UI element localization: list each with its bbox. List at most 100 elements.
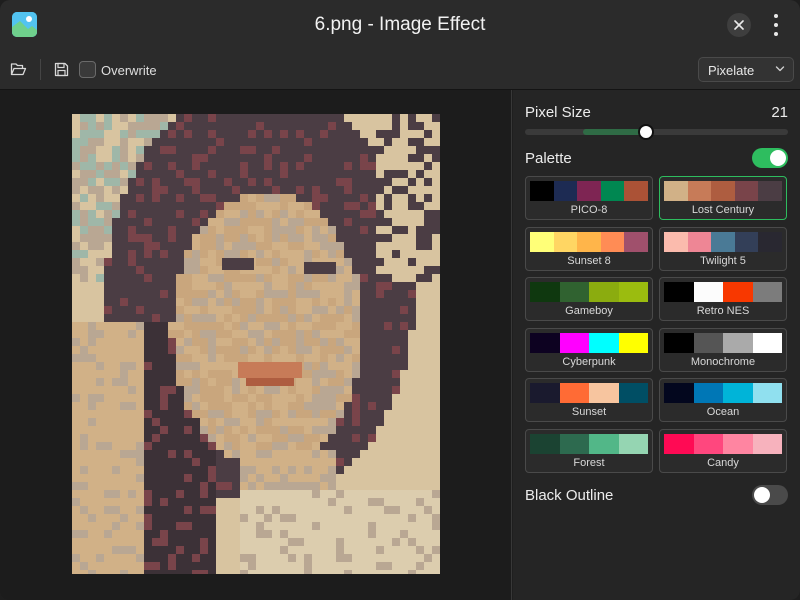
color-swatch xyxy=(723,332,753,353)
color-swatch xyxy=(664,231,688,252)
palette-card-label: Sunset xyxy=(571,406,607,419)
palette-card-label: Cyberpunk xyxy=(562,355,616,368)
color-swatch xyxy=(530,282,560,303)
overwrite-checkbox[interactable] xyxy=(79,61,96,78)
slider-fill xyxy=(583,129,643,135)
color-swatch xyxy=(553,231,578,252)
color-swatch xyxy=(711,231,735,252)
color-swatch xyxy=(600,181,625,201)
color-swatch xyxy=(577,181,601,201)
palette-card-sunset[interactable]: Sunset xyxy=(525,378,653,423)
color-swatch xyxy=(589,282,619,303)
pixel-size-value: 21 xyxy=(771,104,788,121)
palette-card-sunset-8[interactable]: Sunset 8 xyxy=(525,226,653,271)
palette-swatches xyxy=(664,383,782,404)
color-swatch xyxy=(589,434,619,454)
palette-swatches xyxy=(530,434,648,454)
color-swatch xyxy=(530,332,560,353)
palette-card-label: Lost Century xyxy=(691,204,755,216)
color-swatch xyxy=(693,332,723,353)
color-swatch xyxy=(553,181,578,201)
palette-card-label: Monochrome xyxy=(690,355,756,368)
palette-card-monochrome[interactable]: Monochrome xyxy=(659,327,787,372)
close-button[interactable] xyxy=(727,13,751,37)
settings-panel: Pixel Size 21 Palette PICO-8 Lost Century… xyxy=(513,90,800,600)
color-swatch xyxy=(530,181,554,201)
color-swatch xyxy=(577,231,601,252)
color-swatch xyxy=(559,332,589,353)
color-swatch xyxy=(589,383,619,404)
color-swatch xyxy=(589,332,619,353)
palette-swatches xyxy=(664,231,782,252)
preview-area xyxy=(0,90,512,600)
palette-card-forest[interactable]: Forest xyxy=(525,429,653,473)
palette-swatches xyxy=(530,181,648,201)
title-bar: 6.png - Image Effect xyxy=(0,0,800,50)
color-swatch xyxy=(723,434,753,454)
color-swatch xyxy=(530,383,560,404)
palette-label: Palette xyxy=(525,150,572,167)
palette-swatches xyxy=(530,282,648,303)
palette-card-label: Forest xyxy=(573,457,605,469)
color-swatch xyxy=(687,181,712,201)
palette-card-lost-century[interactable]: Lost Century xyxy=(659,176,787,220)
palette-swatches xyxy=(664,282,782,303)
color-swatch xyxy=(693,383,723,404)
folder-open-icon xyxy=(10,63,27,76)
palette-card-label: Gameboy xyxy=(565,305,613,318)
palette-card-gameboy[interactable]: Gameboy xyxy=(525,277,653,322)
color-swatch xyxy=(723,282,753,303)
slider-thumb[interactable] xyxy=(638,124,654,140)
palette-card-cyberpunk[interactable]: Cyberpunk xyxy=(525,327,653,372)
color-swatch xyxy=(664,434,694,454)
save-icon xyxy=(54,62,69,77)
chevron-down-icon xyxy=(775,66,785,72)
black-outline-toggle[interactable] xyxy=(752,485,788,505)
color-swatch xyxy=(600,231,625,252)
color-swatch xyxy=(687,231,712,252)
palette-card-label: Sunset 8 xyxy=(567,254,611,267)
color-swatch xyxy=(664,332,694,353)
color-swatch xyxy=(559,383,589,404)
effect-select-value: Pixelate xyxy=(708,63,755,78)
palette-swatches xyxy=(664,181,782,201)
palette-swatches xyxy=(530,231,648,252)
effect-select[interactable]: Pixelate xyxy=(698,57,794,82)
color-swatch xyxy=(752,434,782,454)
color-swatch xyxy=(664,181,688,201)
palette-card-pico-8[interactable]: PICO-8 xyxy=(525,176,653,220)
toolbar: Overwrite Pixelate xyxy=(0,50,800,90)
color-swatch xyxy=(618,383,648,404)
palette-swatches xyxy=(530,383,648,404)
color-swatch xyxy=(624,231,648,252)
color-swatch xyxy=(624,181,648,201)
color-swatch xyxy=(530,434,560,454)
palette-card-candy[interactable]: Candy xyxy=(659,429,787,473)
palette-swatches xyxy=(664,332,782,353)
color-swatch xyxy=(752,282,782,303)
palette-card-label: Twilight 5 xyxy=(700,254,746,267)
color-swatch xyxy=(752,383,782,404)
open-folder-button[interactable] xyxy=(10,62,27,77)
more-options-icon xyxy=(774,14,778,18)
color-swatch xyxy=(618,282,648,303)
color-swatch xyxy=(734,181,759,201)
palette-swatches xyxy=(664,434,782,454)
palette-card-retro-nes[interactable]: Retro NES xyxy=(659,277,787,322)
app-window: 6.png - Image Effect Overwrite Pixelate … xyxy=(0,0,800,600)
pixel-size-slider[interactable] xyxy=(525,124,788,140)
color-swatch xyxy=(618,332,648,353)
color-swatch xyxy=(693,434,723,454)
save-button[interactable] xyxy=(54,62,69,77)
palette-card-twilight-5[interactable]: Twilight 5 xyxy=(659,226,787,271)
overwrite-label: Overwrite xyxy=(101,63,157,78)
color-swatch xyxy=(723,383,753,404)
color-swatch xyxy=(559,434,589,454)
palette-toggle[interactable] xyxy=(752,148,788,168)
color-swatch xyxy=(758,231,782,252)
color-swatch xyxy=(618,434,648,454)
more-options-button[interactable] xyxy=(766,12,786,38)
palette-card-ocean[interactable]: Ocean xyxy=(659,378,787,423)
palette-swatches xyxy=(530,332,648,353)
color-swatch xyxy=(530,231,554,252)
